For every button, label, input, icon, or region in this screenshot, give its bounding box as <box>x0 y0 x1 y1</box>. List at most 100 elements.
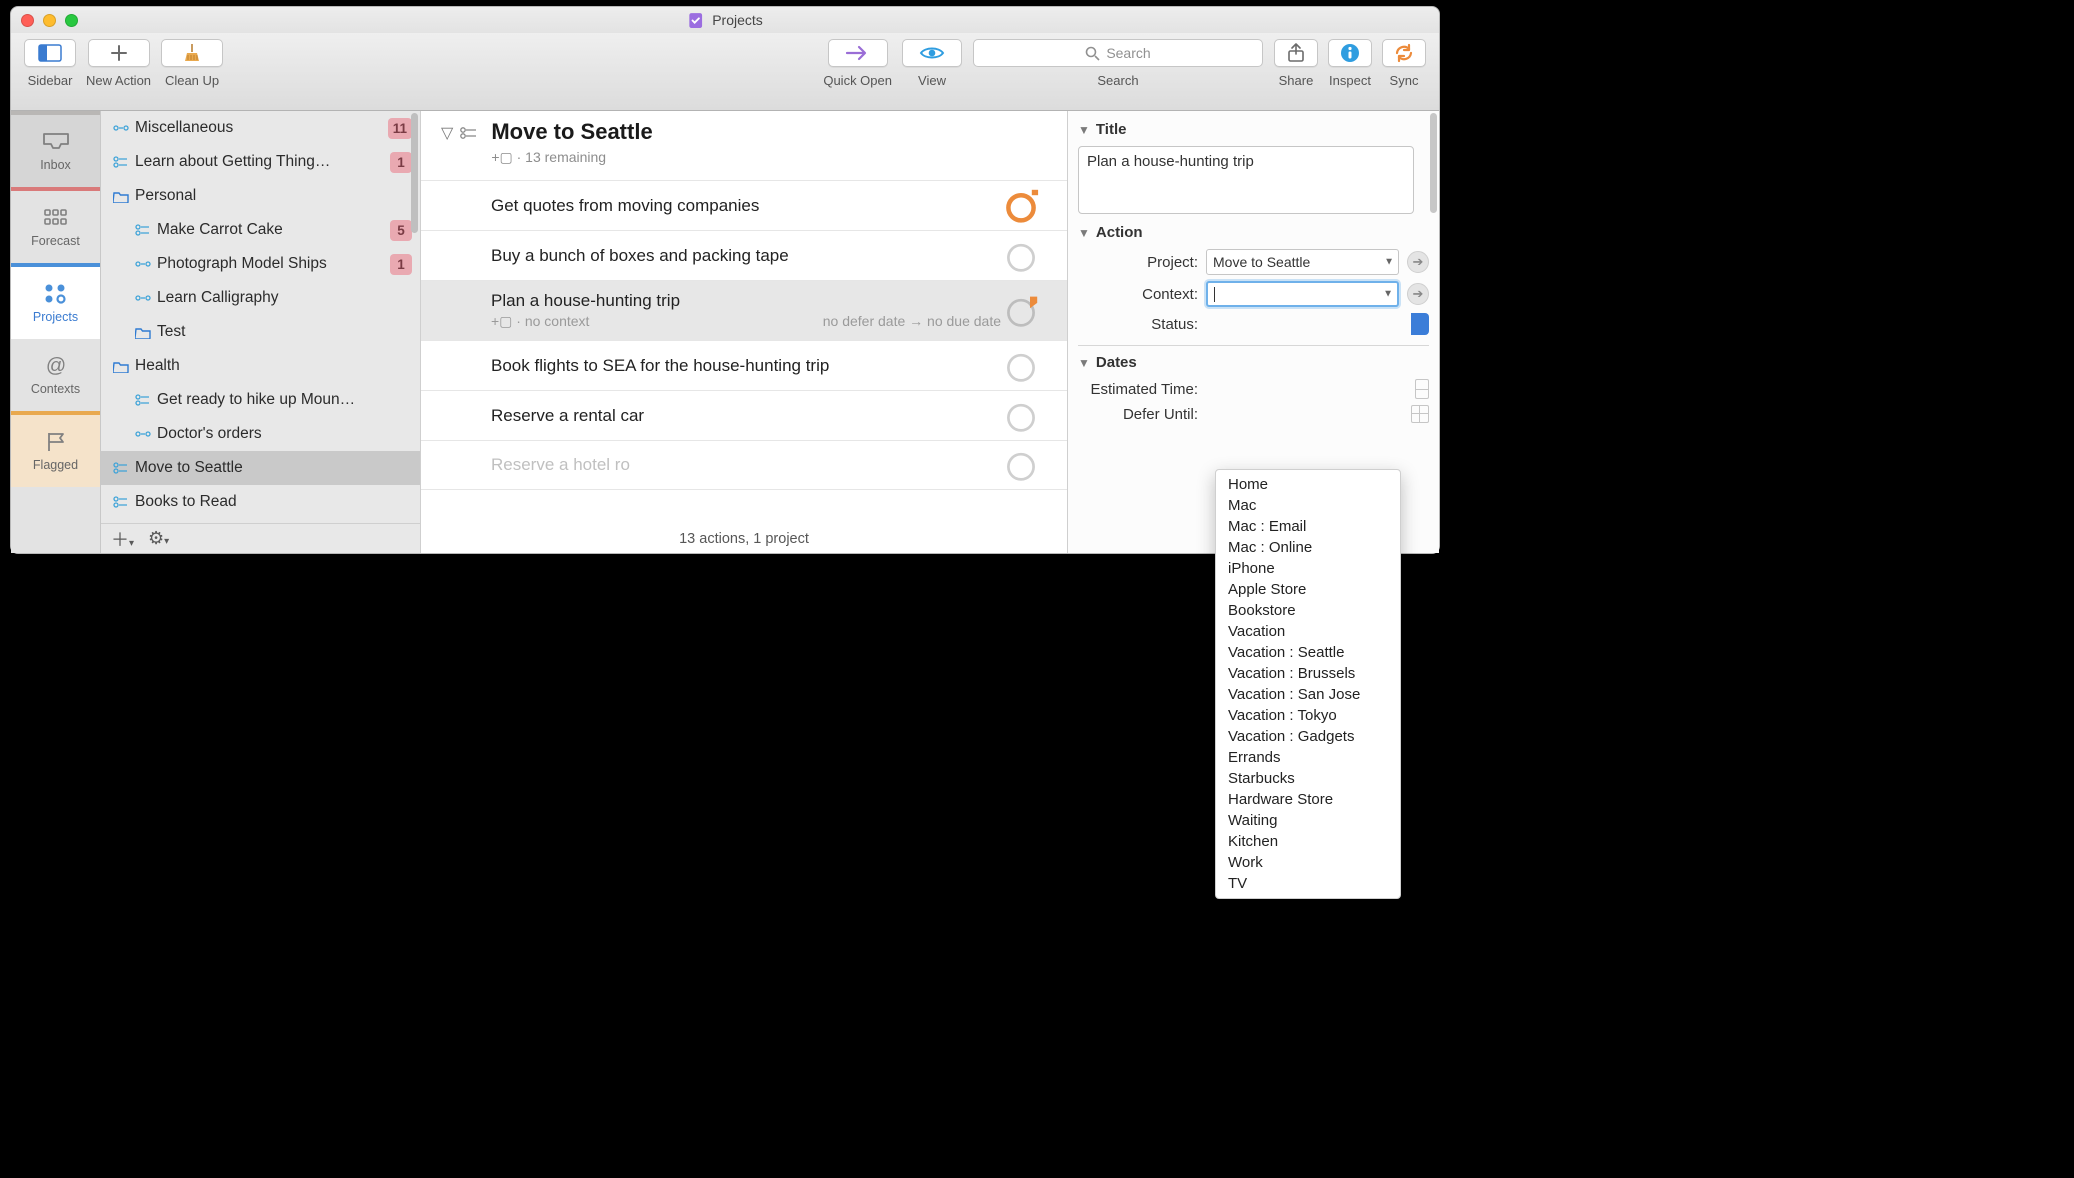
task-row[interactable]: Plan a house-hunting trip+▢ · no context… <box>421 280 1067 340</box>
context-option[interactable]: Vacation : Tokyo <box>1216 705 1400 726</box>
task-row[interactable]: Reserve a rental car <box>421 390 1067 440</box>
folder-icon <box>111 360 131 373</box>
context-option[interactable]: Vacation : Brussels <box>1216 663 1400 684</box>
project-combo[interactable]: Move to Seattle▼ <box>1206 249 1399 275</box>
project-row[interactable]: Doctor's orders <box>101 417 420 451</box>
stepper-icon[interactable] <box>1415 379 1429 399</box>
context-option[interactable]: Home <box>1216 474 1400 495</box>
count-badge: 1 <box>390 152 412 173</box>
project-label: Move to Seattle <box>135 459 412 477</box>
window-title-text: Projects <box>712 12 763 28</box>
sync-label: Sync <box>1390 73 1419 88</box>
tab-forecast[interactable]: Forecast <box>11 191 100 263</box>
project-row[interactable]: Learn Calligraphy <box>101 281 420 315</box>
count-badge: 11 <box>388 118 412 139</box>
context-combo[interactable]: ▼ <box>1206 281 1399 307</box>
calendar-icon <box>41 206 71 230</box>
project-row[interactable]: Make Carrot Cake5 <box>101 213 420 247</box>
status-circle[interactable] <box>1003 398 1039 434</box>
status-segment-icon[interactable] <box>1411 313 1429 335</box>
sidebar-button[interactable]: Sidebar <box>24 39 76 88</box>
context-option[interactable]: Errands <box>1216 747 1400 768</box>
project-label: Learn Calligraphy <box>157 289 412 307</box>
task-row[interactable]: Reserve a hotel ro <box>421 440 1067 490</box>
gear-button[interactable]: ⚙▾ <box>148 528 169 549</box>
status-circle[interactable] <box>1003 293 1039 329</box>
sync-button[interactable]: Sync <box>1382 39 1426 88</box>
share-button[interactable]: Share <box>1274 39 1318 88</box>
inspector-action-head[interactable]: ▼Action <box>1078 224 1429 241</box>
context-option[interactable]: Waiting <box>1216 810 1400 831</box>
project-row[interactable]: Test <box>101 315 420 349</box>
context-option[interactable]: Bookstore <box>1216 600 1400 621</box>
status-circle[interactable] <box>1003 188 1039 224</box>
count-badge: 5 <box>390 220 412 241</box>
minimize-window-button[interactable] <box>43 14 56 27</box>
project-row[interactable]: Books to Read <box>101 485 420 519</box>
project-row[interactable]: Miscellaneous11 <box>101 111 420 145</box>
status-circle[interactable] <box>1003 348 1039 384</box>
add-button[interactable]: ＋▾ <box>111 526 134 552</box>
search-input[interactable]: Search <box>973 39 1263 67</box>
project-row[interactable]: Health <box>101 349 420 383</box>
context-option[interactable]: TV <box>1216 873 1400 894</box>
context-option[interactable]: Mac : Online <box>1216 537 1400 558</box>
title-field[interactable]: Plan a house-hunting trip <box>1078 146 1414 214</box>
task-title: Get quotes from moving companies <box>491 196 1051 216</box>
project-row[interactable]: Photograph Model Ships1 <box>101 247 420 281</box>
content-outline: ▽ Move to Seattle +▢ · 13 remaining Get … <box>421 111 1067 553</box>
project-row[interactable]: Learn about Getting Thing…1 <box>101 145 420 179</box>
inspector-dates-head[interactable]: ▼Dates <box>1078 354 1429 371</box>
inspect-button[interactable]: Inspect <box>1328 39 1372 88</box>
context-option[interactable]: Vacation : Gadgets <box>1216 726 1400 747</box>
contexts-icon: @ <box>41 354 71 378</box>
quick-open-button[interactable]: Quick Open <box>823 39 892 88</box>
context-option[interactable]: Vacation : San Jose <box>1216 684 1400 705</box>
context-option[interactable]: Starbucks <box>1216 768 1400 789</box>
calendar-picker-icon[interactable] <box>1411 405 1429 423</box>
new-action-button[interactable]: New Action <box>86 39 151 88</box>
context-option[interactable]: Mac : Email <box>1216 516 1400 537</box>
task-row[interactable]: Book flights to SEA for the house-huntin… <box>421 340 1067 390</box>
goto-project-button[interactable]: ➔ <box>1407 251 1429 273</box>
context-option[interactable]: Hardware Store <box>1216 789 1400 810</box>
context-option[interactable]: Apple Store <box>1216 579 1400 600</box>
task-row[interactable]: Buy a bunch of boxes and packing tape <box>421 230 1067 280</box>
project-row[interactable]: Move to Seattle <box>101 451 420 485</box>
sequential-icon <box>133 428 153 440</box>
parallel-icon <box>111 155 131 169</box>
project-label: Miscellaneous <box>135 119 388 137</box>
project-row[interactable]: Get ready to hike up Moun… <box>101 383 420 417</box>
context-option[interactable]: Vacation : Seattle <box>1216 642 1400 663</box>
tab-contexts[interactable]: @ Contexts <box>11 339 100 411</box>
tab-inbox[interactable]: Inbox <box>11 115 100 187</box>
app-icon <box>687 12 704 29</box>
context-option[interactable]: Mac <box>1216 495 1400 516</box>
outline-subtitle: +▢ · 13 remaining <box>491 149 652 166</box>
plus-icon <box>110 44 128 62</box>
project-row[interactable]: Personal <box>101 179 420 213</box>
context-option[interactable]: Vacation <box>1216 621 1400 642</box>
new-action-label: New Action <box>86 73 151 88</box>
close-window-button[interactable] <box>21 14 34 27</box>
context-option[interactable]: iPhone <box>1216 558 1400 579</box>
scrollbar[interactable] <box>1430 113 1437 213</box>
status-bar: 13 actions, 1 project <box>679 531 809 547</box>
outline-toggle[interactable]: ▽ <box>441 123 479 143</box>
view-button[interactable]: View <box>902 39 962 88</box>
cleanup-button[interactable]: Clean Up <box>161 39 223 88</box>
status-circle[interactable] <box>1003 238 1039 274</box>
status-circle[interactable] <box>1003 447 1039 483</box>
tab-flagged[interactable]: Flagged <box>11 415 100 487</box>
context-dropdown[interactable]: HomeMacMac : EmailMac : OnlineiPhoneAppl… <box>1215 469 1401 899</box>
task-title: Buy a bunch of boxes and packing tape <box>491 246 1051 266</box>
context-option[interactable]: Work <box>1216 852 1400 873</box>
project-label: Health <box>135 357 412 375</box>
inspector-title-head[interactable]: ▼Title <box>1078 121 1429 138</box>
zoom-window-button[interactable] <box>65 14 78 27</box>
context-option[interactable]: Kitchen <box>1216 831 1400 852</box>
scrollbar[interactable] <box>411 113 418 233</box>
tab-projects[interactable]: Projects <box>11 267 100 339</box>
goto-context-button[interactable]: ➔ <box>1407 283 1429 305</box>
task-row[interactable]: Get quotes from moving companies <box>421 180 1067 230</box>
